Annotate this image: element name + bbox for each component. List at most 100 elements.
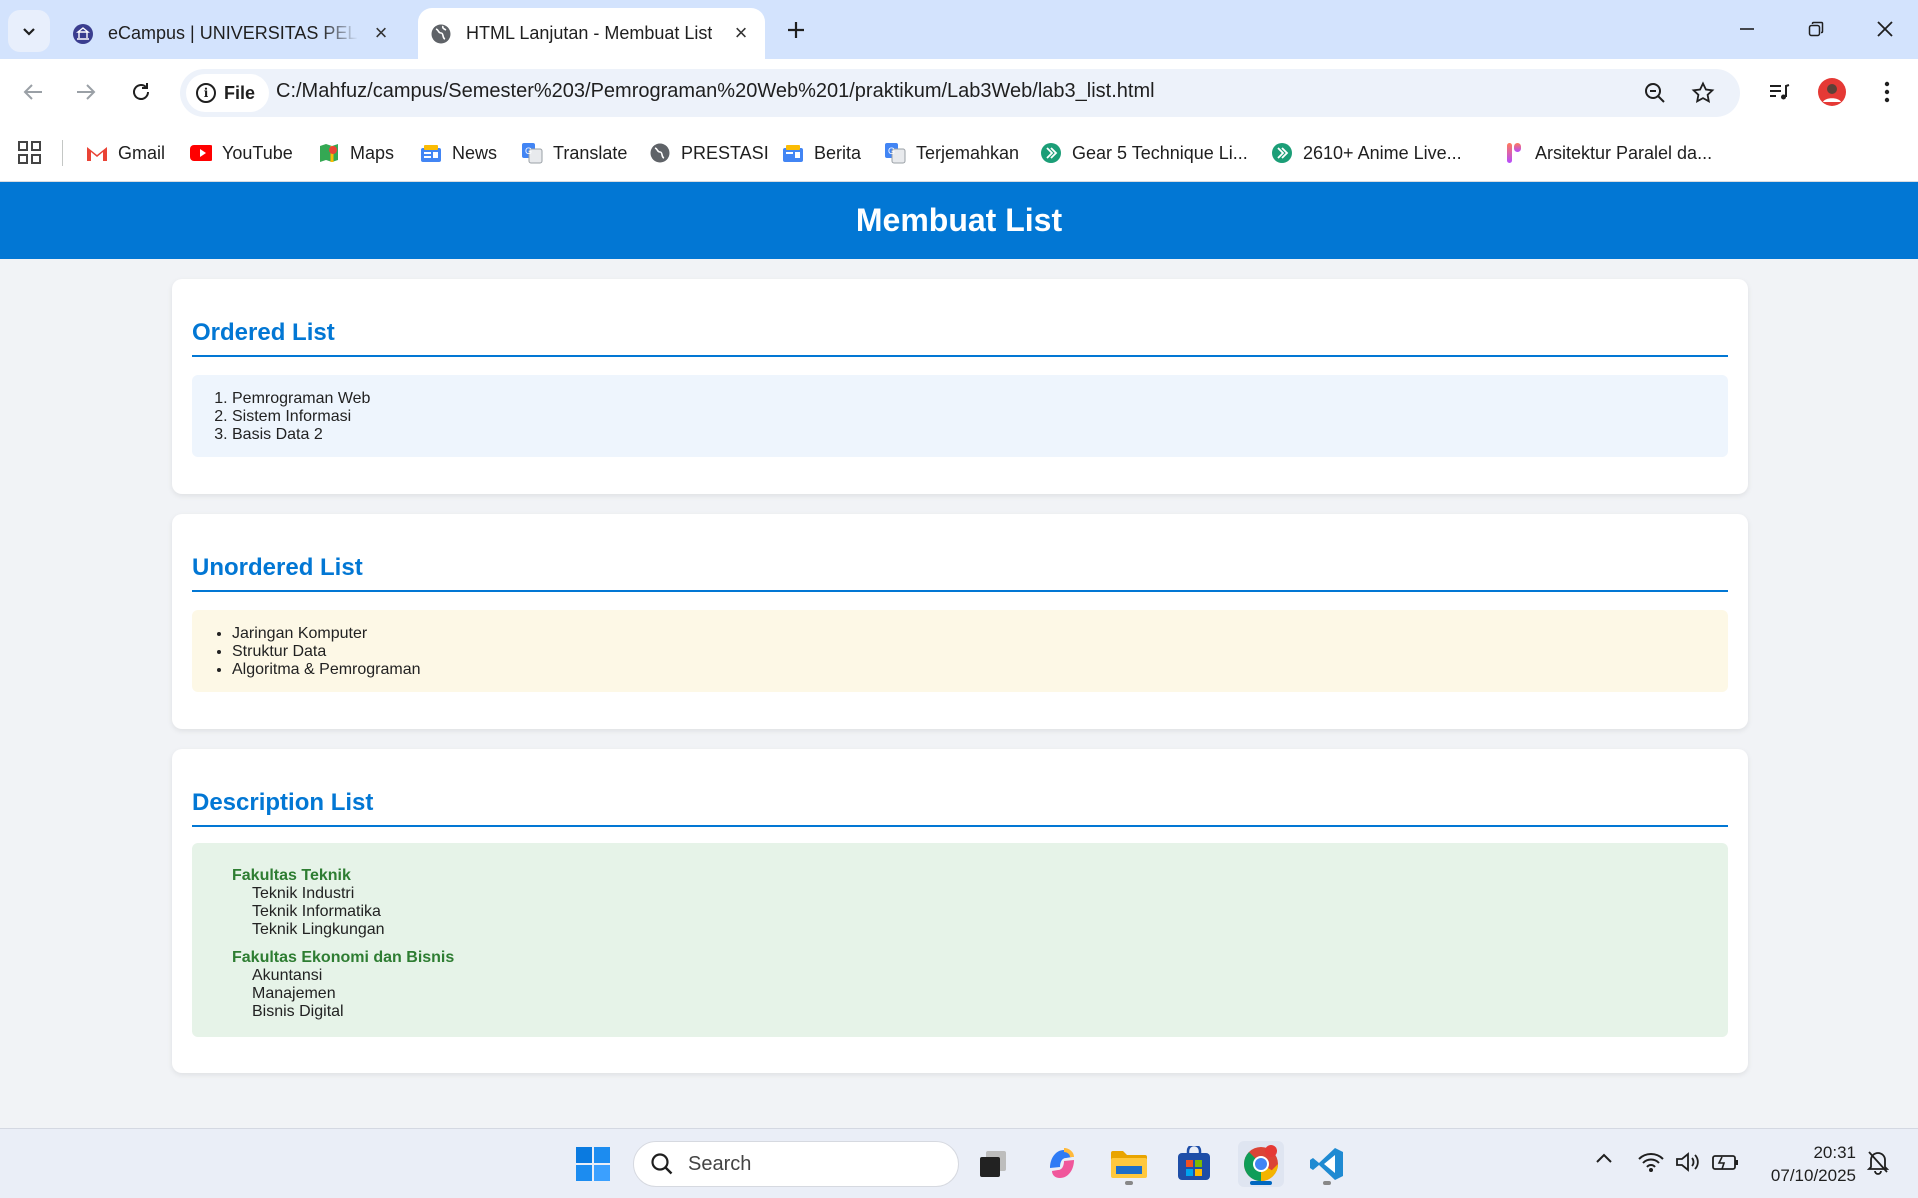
bookmark-anime-live[interactable]: 2610+ Anime Live... [1271,139,1462,167]
bookmark-youtube[interactable]: YouTube [190,139,293,167]
address-bar[interactable]: i File C:/Mahfuz/campus/Semester%203/Pem… [180,69,1740,117]
bookmark-translate[interactable]: G Translate [521,139,627,167]
reload-button[interactable] [124,75,158,109]
back-button[interactable] [16,75,50,109]
description-detail: Manajemen [252,985,336,1002]
new-tab-button[interactable] [780,14,812,46]
chevron-up-icon [1596,1153,1612,1163]
description-term: Fakultas Ekonomi dan Bisnis [232,949,455,966]
ordered-list-card: Ordered List Pemrograman Web Sistem Info… [172,279,1748,494]
store-button[interactable] [1171,1141,1217,1187]
unordered-list-heading: Unordered List [192,554,1728,592]
tab-search-button[interactable] [8,10,50,52]
bookmark-terjemahkan[interactable]: G Terjemahkan [884,139,1019,167]
wifi-icon[interactable] [1638,1151,1664,1173]
browser-menu-button[interactable] [1870,75,1904,109]
file-explorer-button[interactable] [1106,1141,1152,1187]
list-item: Sistem Informasi [232,408,1728,426]
svg-text:G: G [888,146,895,156]
minimize-button[interactable] [1730,12,1764,46]
copilot-button[interactable] [1039,1141,1085,1187]
bookmark-gear5[interactable]: Gear 5 Technique Li... [1040,139,1248,167]
bookmarks-bar: Gmail YouTube Maps News G Translate PRES… [0,125,1918,182]
scheme-label: File [224,82,256,103]
taskbar-search[interactable]: Search [633,1141,959,1187]
description-list-card: Description List Fakultas Teknik Teknik … [172,749,1748,1073]
news-icon [420,142,442,164]
vscode-button[interactable] [1304,1141,1350,1187]
unordered-list-card: Unordered List Jaringan Komputer Struktu… [172,514,1748,729]
search-icon [651,1153,673,1175]
notification-icon[interactable] [1866,1149,1890,1175]
show-hidden-icons-button[interactable] [1594,1149,1614,1169]
arrow-right-icon [77,84,96,100]
media-control-button[interactable] [1762,75,1796,109]
chevron-circle-icon [1271,142,1293,164]
youtube-icon [190,142,212,164]
description-term: Fakultas Teknik [232,867,351,884]
bookmark-label: PRESTASI [681,142,769,163]
bookmark-gmail[interactable]: Gmail [86,139,165,167]
bookmark-news[interactable]: News [420,139,497,167]
battery-icon[interactable] [1712,1151,1740,1173]
bookmark-star-icon[interactable] [1688,78,1718,108]
more-vertical-icon [1884,81,1890,103]
start-button[interactable] [570,1141,616,1187]
bookmark-label: 2610+ Anime Live... [1303,142,1462,163]
system-clock[interactable]: 20:31 07/10/2025 [1771,1141,1856,1187]
profile-avatar[interactable] [1815,75,1849,109]
bookmark-maps[interactable]: Maps [318,139,394,167]
page-title: Membuat List [0,182,1918,259]
tab-membuat-list[interactable]: HTML Lanjutan - Membuat List × [418,8,765,59]
clock-date: 07/10/2025 [1770,1166,1856,1185]
bookmark-label: News [452,142,498,163]
zoom-icon[interactable] [1640,78,1670,108]
description-detail: Bisnis Digital [252,1003,344,1020]
chevron-circle-icon [1040,142,1062,164]
bookmark-arsitektur[interactable]: Arsitektur Paralel da... [1503,139,1712,167]
url-text[interactable]: C:/Mahfuz/campus/Semester%203/Pemrograma… [276,80,1155,103]
bookmark-berita[interactable]: Berita [782,139,861,167]
browser-toolbar: i File C:/Mahfuz/campus/Semester%203/Pem… [0,59,1918,125]
minimize-icon [1740,28,1754,30]
vscode-icon [1310,1148,1343,1180]
bookmark-label: Gear 5 Technique Li... [1072,142,1248,163]
bookmark-label: Translate [553,142,628,163]
svg-text:G: G [525,146,532,156]
chevron-down-icon [23,28,35,36]
close-tab-icon[interactable]: × [729,20,753,45]
bookmark-prestasi[interactable]: PRESTASI [649,139,769,167]
bookmark-label: Gmail [118,142,166,163]
description-list: Fakultas Teknik Teknik Industri Teknik I… [232,867,1728,1021]
plus-icon [788,22,804,38]
active-indicator [1250,1181,1272,1185]
bookmark-label: Terjemahkan [916,142,1020,163]
volume-icon[interactable] [1675,1151,1701,1173]
apps-grid-icon[interactable] [18,141,42,165]
maps-icon [318,142,340,164]
university-logo-icon [72,23,94,45]
list-item: Algoritma & Pemrograman [232,661,1728,679]
restore-button[interactable] [1799,12,1833,46]
news-icon [782,142,804,164]
site-info-chip[interactable]: i File [186,74,270,112]
close-tab-icon[interactable]: × [369,20,393,45]
close-icon [1877,21,1893,37]
ordered-list-heading: Ordered List [192,319,1728,357]
chrome-icon [1244,1145,1278,1181]
task-view-button[interactable] [970,1141,1016,1187]
translate-icon: G [884,142,906,164]
arrow-left-icon [23,84,42,100]
list-item: Jaringan Komputer [232,625,1728,643]
gradient-logo-icon [1503,142,1525,164]
translate-icon: G [521,142,543,164]
tab-ecampus[interactable]: eCampus | UNIVERSITAS PELITA × [60,8,405,59]
description-list-box: Fakultas Teknik Teknik Industri Teknik I… [192,843,1728,1037]
restore-icon [1808,21,1824,37]
forward-button[interactable] [69,75,103,109]
globe-icon [649,142,671,164]
close-window-button[interactable] [1868,12,1902,46]
chrome-button[interactable] [1238,1141,1284,1187]
folder-icon [1111,1151,1147,1178]
taskbar: Search 20:31 07/10/2025 [0,1128,1918,1198]
